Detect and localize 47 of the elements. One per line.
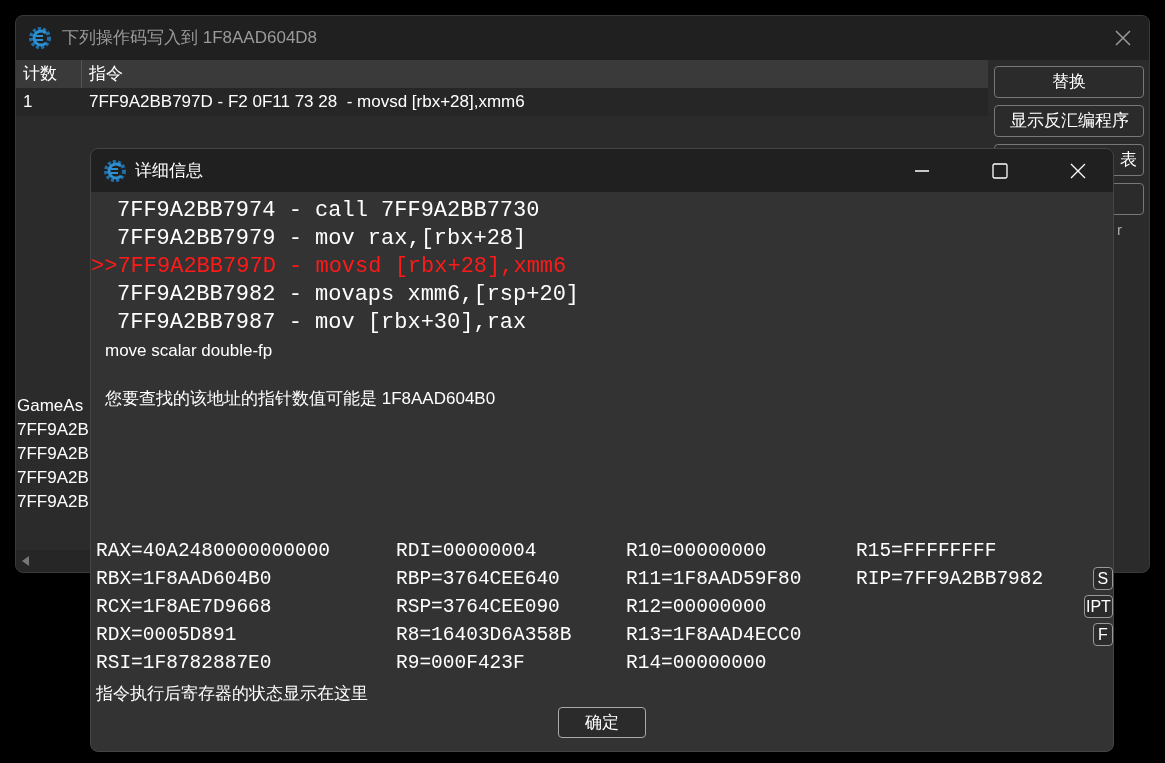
- left-arrow-icon[interactable]: [22, 556, 30, 566]
- register-value: RCX=1F8AE7D9668: [96, 596, 272, 618]
- register-value: RDI=00000004: [396, 540, 537, 562]
- list-item[interactable]: 7FF9A2B: [16, 418, 91, 442]
- register-value: R12=00000000: [626, 596, 767, 618]
- close-icon[interactable]: [1115, 30, 1131, 46]
- code-line: 7FF9A2BB7974 - call 7FF9A2BB7730: [117, 197, 540, 225]
- current-instruction-line: >>7FF9A2BB797D - movsd [rbx+28],xmm6: [91, 253, 567, 281]
- register-value: RSI=1F8782887E0: [96, 652, 272, 674]
- gear-icon: [103, 158, 127, 183]
- register-value: RBX=1F8AAD604B0: [96, 568, 272, 590]
- table-cell-text: 7FF9A2BB797D - F2 0F11 73 28 - movsd [rbx+28],xmm6: [88, 91, 525, 114]
- side-text: r: [1117, 221, 1122, 239]
- list-item[interactable]: 7FF9A2B: [16, 490, 91, 514]
- table-cell-text: 1: [22, 91, 34, 114]
- maximize-icon[interactable]: [992, 162, 1008, 179]
- side-button[interactable]: F: [1092, 623, 1113, 646]
- register-value: R14=00000000: [626, 652, 767, 674]
- register-value: R13=1F8AAD4ECC0: [626, 624, 802, 646]
- status-text: 指令执行后寄存器的状态显示在这里: [95, 683, 369, 705]
- register-value: R10=00000000: [626, 540, 767, 562]
- register-value: RAX=40A2480000000000: [96, 540, 331, 562]
- code-line: 7FF9A2BB7979 - mov rax,[rbx+28]: [117, 225, 527, 253]
- register-value: R15=FFFFFFFF: [856, 540, 997, 562]
- register-value: R8=16403D6A358B: [396, 624, 572, 646]
- code-line: 7FF9A2BB7982 - movaps xmm6,[rsp+20]: [117, 281, 580, 309]
- column-header[interactable]: 指令: [82, 60, 123, 88]
- dialog-title: 详细信息: [135, 159, 203, 182]
- side-button[interactable]: S: [1092, 567, 1113, 590]
- register-value: R11=1F8AAD59F80: [626, 568, 802, 590]
- register-value: R9=000F423F: [396, 652, 525, 674]
- side-button[interactable]: IPT: [1084, 595, 1113, 618]
- list-item[interactable]: 7FF9A2B: [16, 466, 91, 490]
- code-line: 7FF9A2BB7987 - mov [rbx+30],rax: [117, 309, 527, 337]
- register-value: RBP=3764CEE640: [396, 568, 560, 590]
- instruction-description: move scalar double-fp: [104, 340, 274, 362]
- gear-icon: [28, 26, 52, 50]
- window-title: 下列操作码写入到 1F8AAD604D8: [62, 27, 318, 50]
- action-button[interactable]: 替换: [994, 66, 1144, 98]
- action-button[interactable]: 显示反汇编程序: [994, 105, 1144, 137]
- register-value: RDX=0005D891: [96, 624, 237, 646]
- ok-button[interactable]: 确定: [558, 707, 646, 738]
- register-value: RSP=3764CEE090: [396, 596, 560, 618]
- list-item[interactable]: GameAs: [16, 394, 91, 418]
- register-value: RIP=7FF9A2BB7982: [856, 568, 1044, 590]
- pointer-hint: 您要查找的该地址的指针数值可能是 1F8AAD604B0: [104, 388, 497, 410]
- list-item[interactable]: 7FF9A2B: [16, 442, 91, 466]
